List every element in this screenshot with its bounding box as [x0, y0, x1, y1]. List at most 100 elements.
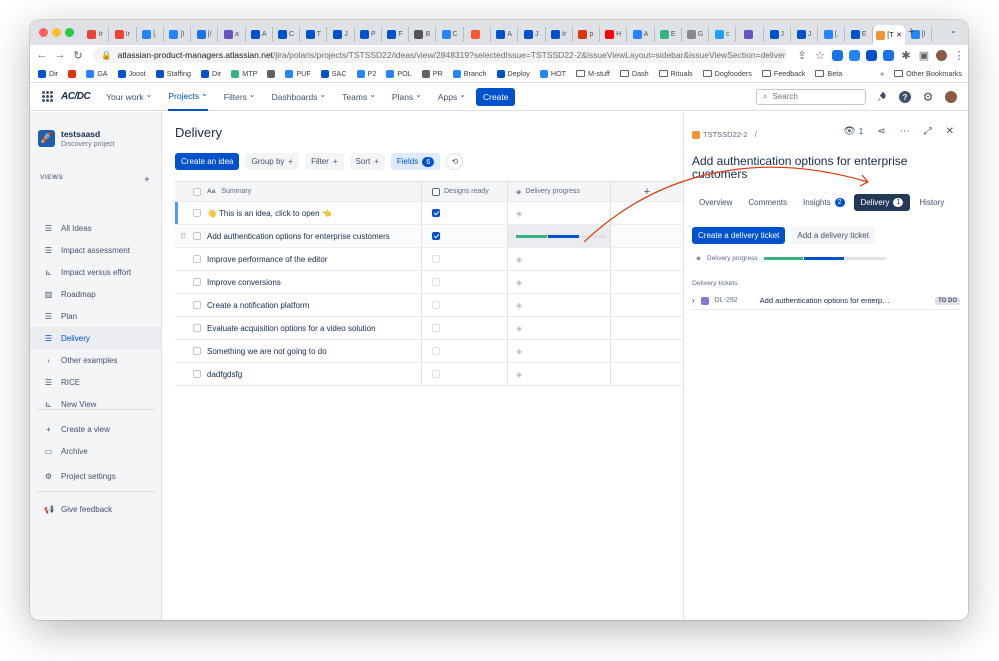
minimize-window-button[interactable] — [52, 28, 61, 37]
table-row[interactable]: Create a notification platform◈ — [175, 294, 683, 317]
browser-tab[interactable]: Ir — [82, 27, 109, 42]
extensions-puzzle-icon[interactable]: ✱ — [897, 49, 915, 62]
summary-cell[interactable]: Evaluate acquisition options for a video… — [175, 317, 422, 339]
sidebar-item-plan[interactable]: ☰Plan — [30, 305, 161, 327]
bookmark-item[interactable]: Dir — [38, 69, 58, 78]
create-button[interactable]: Create — [476, 88, 516, 106]
browser-tab[interactable]: [I — [164, 27, 191, 42]
row-checkbox[interactable] — [193, 255, 201, 263]
extension-icon[interactable] — [832, 50, 843, 61]
summary-cell[interactable]: Something we are not going to do — [175, 340, 422, 362]
sidebar-item-archive[interactable]: ▭ Archive — [30, 440, 161, 462]
bookmark-item[interactable] — [68, 70, 76, 78]
drag-handle-icon[interactable]: ⠿ — [180, 232, 186, 241]
group-by-button[interactable]: Group by+ — [245, 153, 299, 170]
tab-comments[interactable]: Comments — [741, 194, 794, 211]
browser-tab[interactable]: [. — [818, 27, 845, 42]
create-delivery-ticket-button[interactable]: Create a delivery ticket — [692, 227, 785, 244]
idea-summary[interactable]: Improve performance of the editor — [207, 255, 328, 264]
nav-item-plans[interactable]: Plans⌄ — [392, 83, 422, 111]
designs-ready-checkbox[interactable] — [432, 232, 440, 240]
idea-title[interactable]: Add authentication options for enterpris… — [692, 155, 957, 181]
bookmark-folder[interactable]: Dogfooders — [703, 69, 752, 78]
bookmark-item[interactable]: PUF — [285, 69, 310, 78]
bookmark-item[interactable]: POL — [386, 69, 411, 78]
browser-tab[interactable] — [464, 27, 491, 42]
tab-search-icon[interactable]: ⌄ — [950, 26, 957, 35]
bookmark-folder[interactable]: Feedback — [762, 69, 806, 78]
table-row[interactable]: Evaluate acquisition options for a video… — [175, 317, 683, 340]
browser-tab[interactable]: Ir — [546, 27, 573, 42]
sidebar-toggle-icon[interactable]: ▣ — [915, 49, 933, 62]
table-row[interactable]: Improve conversions◈ — [175, 271, 683, 294]
sort-button[interactable]: Sort+ — [350, 153, 385, 170]
row-checkbox[interactable] — [193, 370, 201, 378]
browser-tab[interactable]: p — [573, 27, 600, 42]
designs-ready-checkbox[interactable] — [432, 209, 440, 217]
project-header[interactable]: 🚀 testsaasd Discovery project — [38, 129, 115, 148]
sidebar-item-impact-assessment[interactable]: ☰Impact assessment — [30, 239, 161, 261]
nav-item-your-work[interactable]: Your work⌄ — [106, 83, 152, 111]
designs-ready-checkbox[interactable] — [432, 370, 440, 378]
browser-tab[interactable]: A — [627, 27, 654, 42]
table-row[interactable]: dadfgdsfg◈ — [175, 363, 683, 386]
extension-icon[interactable] — [883, 50, 894, 61]
bookmark-star-icon[interactable]: ☆ — [811, 49, 829, 62]
designs-ready-checkbox[interactable] — [432, 278, 440, 286]
bookmark-item[interactable]: Staffing — [156, 69, 191, 78]
user-avatar[interactable] — [944, 90, 958, 104]
row-checkbox[interactable] — [193, 301, 201, 309]
bookmark-item[interactable]: MTP — [231, 69, 257, 78]
browser-tab[interactable]: J — [327, 27, 354, 42]
bookmark-item[interactable]: HOT — [540, 69, 566, 78]
tab-overview[interactable]: Overview — [692, 194, 739, 211]
sidebar-item-all-ideas[interactable]: ☰All Ideas — [30, 217, 161, 239]
sidebar-item-roadmap[interactable]: ▥Roadmap — [30, 283, 161, 305]
idea-summary[interactable]: Create a notification platform — [207, 301, 309, 310]
fields-button[interactable]: Fields6 — [391, 153, 441, 170]
row-checkbox[interactable] — [193, 278, 201, 286]
watch-button[interactable]: 👁1 — [843, 126, 863, 137]
summary-cell[interactable]: 👋 This is an idea, click to open 👈 — [175, 202, 422, 224]
sidebar-item-project-settings[interactable]: ⚙ Project settings — [30, 465, 161, 487]
bookmark-folder[interactable]: Beta — [815, 69, 842, 78]
idea-summary[interactable]: Evaluate acquisition options for a video… — [207, 324, 376, 333]
issue-breadcrumb[interactable]: TSTSSD22-2 / — [692, 130, 757, 139]
close-tab-icon[interactable]: ✕ — [896, 31, 902, 39]
bookmark-item[interactable]: Joost — [118, 69, 146, 78]
browser-tab[interactable]: Ir — [109, 27, 136, 42]
summary-cell[interactable]: Improve performance of the editor — [175, 248, 422, 270]
designs-ready-column-header[interactable]: Designs ready — [422, 182, 508, 201]
designs-ready-checkbox[interactable] — [432, 301, 440, 309]
nav-item-apps[interactable]: Apps⌄ — [438, 83, 466, 111]
forward-icon[interactable]: → — [51, 49, 69, 61]
tab-delivery[interactable]: Delivery1 — [854, 194, 911, 211]
bookmark-folder[interactable]: Dash — [620, 69, 649, 78]
browser-tab[interactable]: G — [682, 27, 709, 42]
tab-insights[interactable]: Insights2 — [796, 194, 851, 211]
summary-cell[interactable]: Create a notification platform — [175, 294, 422, 316]
browser-tab[interactable]: J — [791, 27, 818, 42]
add-delivery-ticket-button[interactable]: Add a delivery ticket — [791, 227, 875, 244]
chevron-right-icon[interactable]: › — [692, 296, 695, 305]
row-checkbox[interactable] — [193, 324, 201, 332]
browser-tab[interactable]: [. — [137, 27, 164, 42]
help-icon[interactable]: ? — [898, 90, 912, 104]
summary-cell[interactable]: ⠿Add authentication options for enterpri… — [175, 225, 422, 247]
browser-tab[interactable]: E — [655, 27, 682, 42]
bookmark-item[interactable]: P2 — [357, 69, 377, 78]
idea-summary[interactable]: Something we are not going to do — [207, 347, 327, 356]
bookmark-item[interactable]: SAC — [321, 69, 347, 78]
browser-tab[interactable]: A — [246, 27, 273, 42]
notifications-rocket-icon[interactable] — [875, 90, 889, 104]
bookmark-item[interactable] — [267, 70, 275, 78]
profile-avatar[interactable] — [936, 50, 947, 61]
ticket-summary[interactable]: Add authentication options for enterp… — [760, 296, 890, 305]
back-icon[interactable]: ← — [33, 49, 51, 61]
filter-button[interactable]: Filter+ — [305, 153, 343, 170]
nav-item-projects[interactable]: Projects⌄ — [168, 83, 207, 111]
bookmark-item[interactable]: PR — [422, 69, 443, 78]
ticket-key[interactable]: DL-292 — [715, 297, 738, 304]
idea-summary[interactable]: Improve conversions — [207, 278, 281, 287]
summary-cell[interactable]: dadfgdsfg — [175, 363, 422, 385]
